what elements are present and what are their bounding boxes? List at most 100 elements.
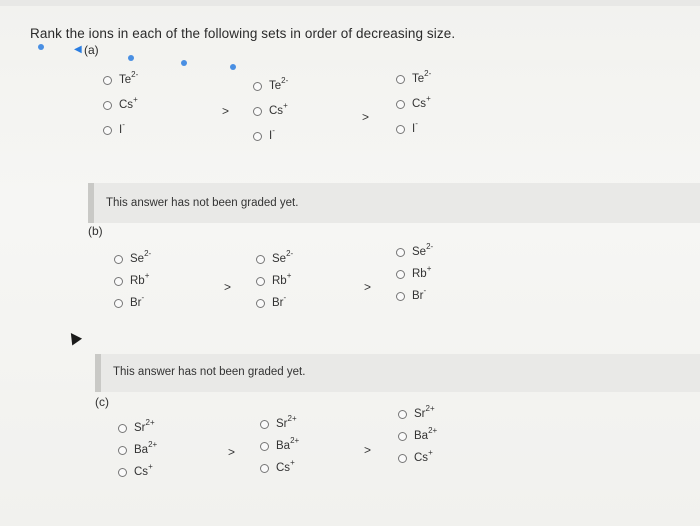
radio-button[interactable] [253,131,262,141]
ion-charge: 2+ [425,404,435,414]
decor-dot [181,60,187,66]
ion-label: Br- [412,287,426,302]
radio-button[interactable] [103,125,112,135]
ion-option[interactable]: Br- [396,287,426,302]
ion-label: I- [269,127,275,142]
ion-charge: - [423,286,427,296]
ion-symbol: Ba [276,440,291,452]
ion-symbol: Se [412,246,427,258]
ion-option[interactable]: Cs+ [118,463,153,478]
ion-option[interactable]: Ba2+ [118,441,157,456]
ion-charge: 2+ [145,418,155,428]
ion-option[interactable]: Cs+ [260,459,295,474]
radio-button[interactable] [118,423,127,433]
greater-than-separator: > [224,280,232,294]
radio-button[interactable] [398,431,407,441]
ion-option[interactable]: Cs+ [396,95,431,110]
radio-button[interactable] [103,100,112,110]
ion-option[interactable]: Se2- [256,250,293,265]
radio-button[interactable] [256,276,265,286]
radio-button[interactable] [398,409,407,419]
ion-option[interactable]: I- [103,121,125,136]
ion-charge: + [283,101,288,111]
radio-button[interactable] [396,291,405,301]
ion-option[interactable]: Te2- [103,71,138,86]
ion-option[interactable]: Cs+ [103,96,138,111]
ion-label: Cs+ [269,102,288,117]
ion-charge: 2- [424,69,432,79]
ion-label: Se2- [130,250,151,265]
ion-label: Rb+ [130,272,149,287]
greater-than-separator: > [228,445,236,459]
ion-option[interactable]: Sr2+ [398,405,435,420]
radio-button[interactable] [114,276,123,286]
ion-option[interactable]: Rb+ [396,265,431,280]
radio-button[interactable] [114,298,123,308]
radio-button[interactable] [396,99,405,109]
ion-symbol: Cs [276,462,291,474]
ion-charge: - [415,119,418,129]
part-c-label: (c) [95,395,109,409]
ion-option[interactable]: Br- [256,294,286,309]
radio-button[interactable] [118,445,127,455]
ion-option[interactable]: Se2- [114,250,151,265]
radio-button[interactable] [396,269,405,279]
ion-label: I- [412,120,418,135]
audio-icon[interactable]: ◀ [74,45,84,55]
radio-button[interactable] [396,247,405,257]
radio-button[interactable] [396,124,405,134]
ion-option[interactable]: Br- [114,294,144,309]
ion-symbol: Rb [412,268,427,280]
ion-option[interactable]: Cs+ [398,449,433,464]
graded-message: This answer has not been graded yet. [106,197,299,209]
radio-button[interactable] [256,254,265,264]
ion-label: Br- [130,294,144,309]
ion-symbol: Cs [269,105,284,117]
radio-button[interactable] [253,81,262,91]
ion-option[interactable]: Ba2+ [260,437,299,452]
ion-charge: + [426,94,431,104]
ion-option[interactable]: I- [396,120,418,135]
radio-button[interactable] [253,106,262,116]
ion-symbol: Cs [119,99,134,111]
ion-charge: + [148,462,153,472]
ion-option[interactable]: Ba2+ [398,427,437,442]
ion-option[interactable]: Sr2+ [260,415,297,430]
ion-option[interactable]: Rb+ [114,272,149,287]
radio-button[interactable] [398,453,407,463]
ion-option[interactable]: I- [253,127,275,142]
radio-button[interactable] [256,298,265,308]
ion-charge: 2- [144,249,152,259]
radio-button[interactable] [260,419,269,429]
ion-label: Se2- [272,250,293,265]
ion-symbol: Ba [134,444,149,456]
radio-button[interactable] [118,467,127,477]
ion-charge: - [283,293,287,303]
ion-charge: 2- [131,70,139,80]
ion-option[interactable]: Sr2+ [118,419,155,434]
ion-symbol: Rb [130,275,145,287]
ion-label: Cs+ [276,459,295,474]
decor-dot [230,64,236,70]
graded-panel: This answer has not been graded yet. [95,354,700,392]
ion-symbol: Cs [414,452,429,464]
radio-button[interactable] [260,463,269,473]
ion-option[interactable]: Rb+ [256,272,291,287]
ion-symbol: Te [412,73,425,85]
radio-button[interactable] [114,254,123,264]
graded-panel: This answer has not been graded yet. [88,183,700,223]
ion-option[interactable]: Te2- [253,77,288,92]
ion-option[interactable]: Se2- [396,243,433,258]
ion-option[interactable]: Cs+ [253,102,288,117]
radio-button[interactable] [396,74,405,84]
greater-than-separator: > [362,110,370,124]
radio-button[interactable] [260,441,269,451]
ion-charge: + [290,458,295,468]
radio-button[interactable] [103,75,112,85]
ion-label: Ba2+ [276,437,299,452]
ion-label: Sr2+ [134,419,155,434]
ion-option[interactable]: Te2- [396,70,431,85]
part-b-label: (b) [88,224,103,238]
ion-charge: 2- [426,242,434,252]
ion-symbol: Se [272,253,287,265]
